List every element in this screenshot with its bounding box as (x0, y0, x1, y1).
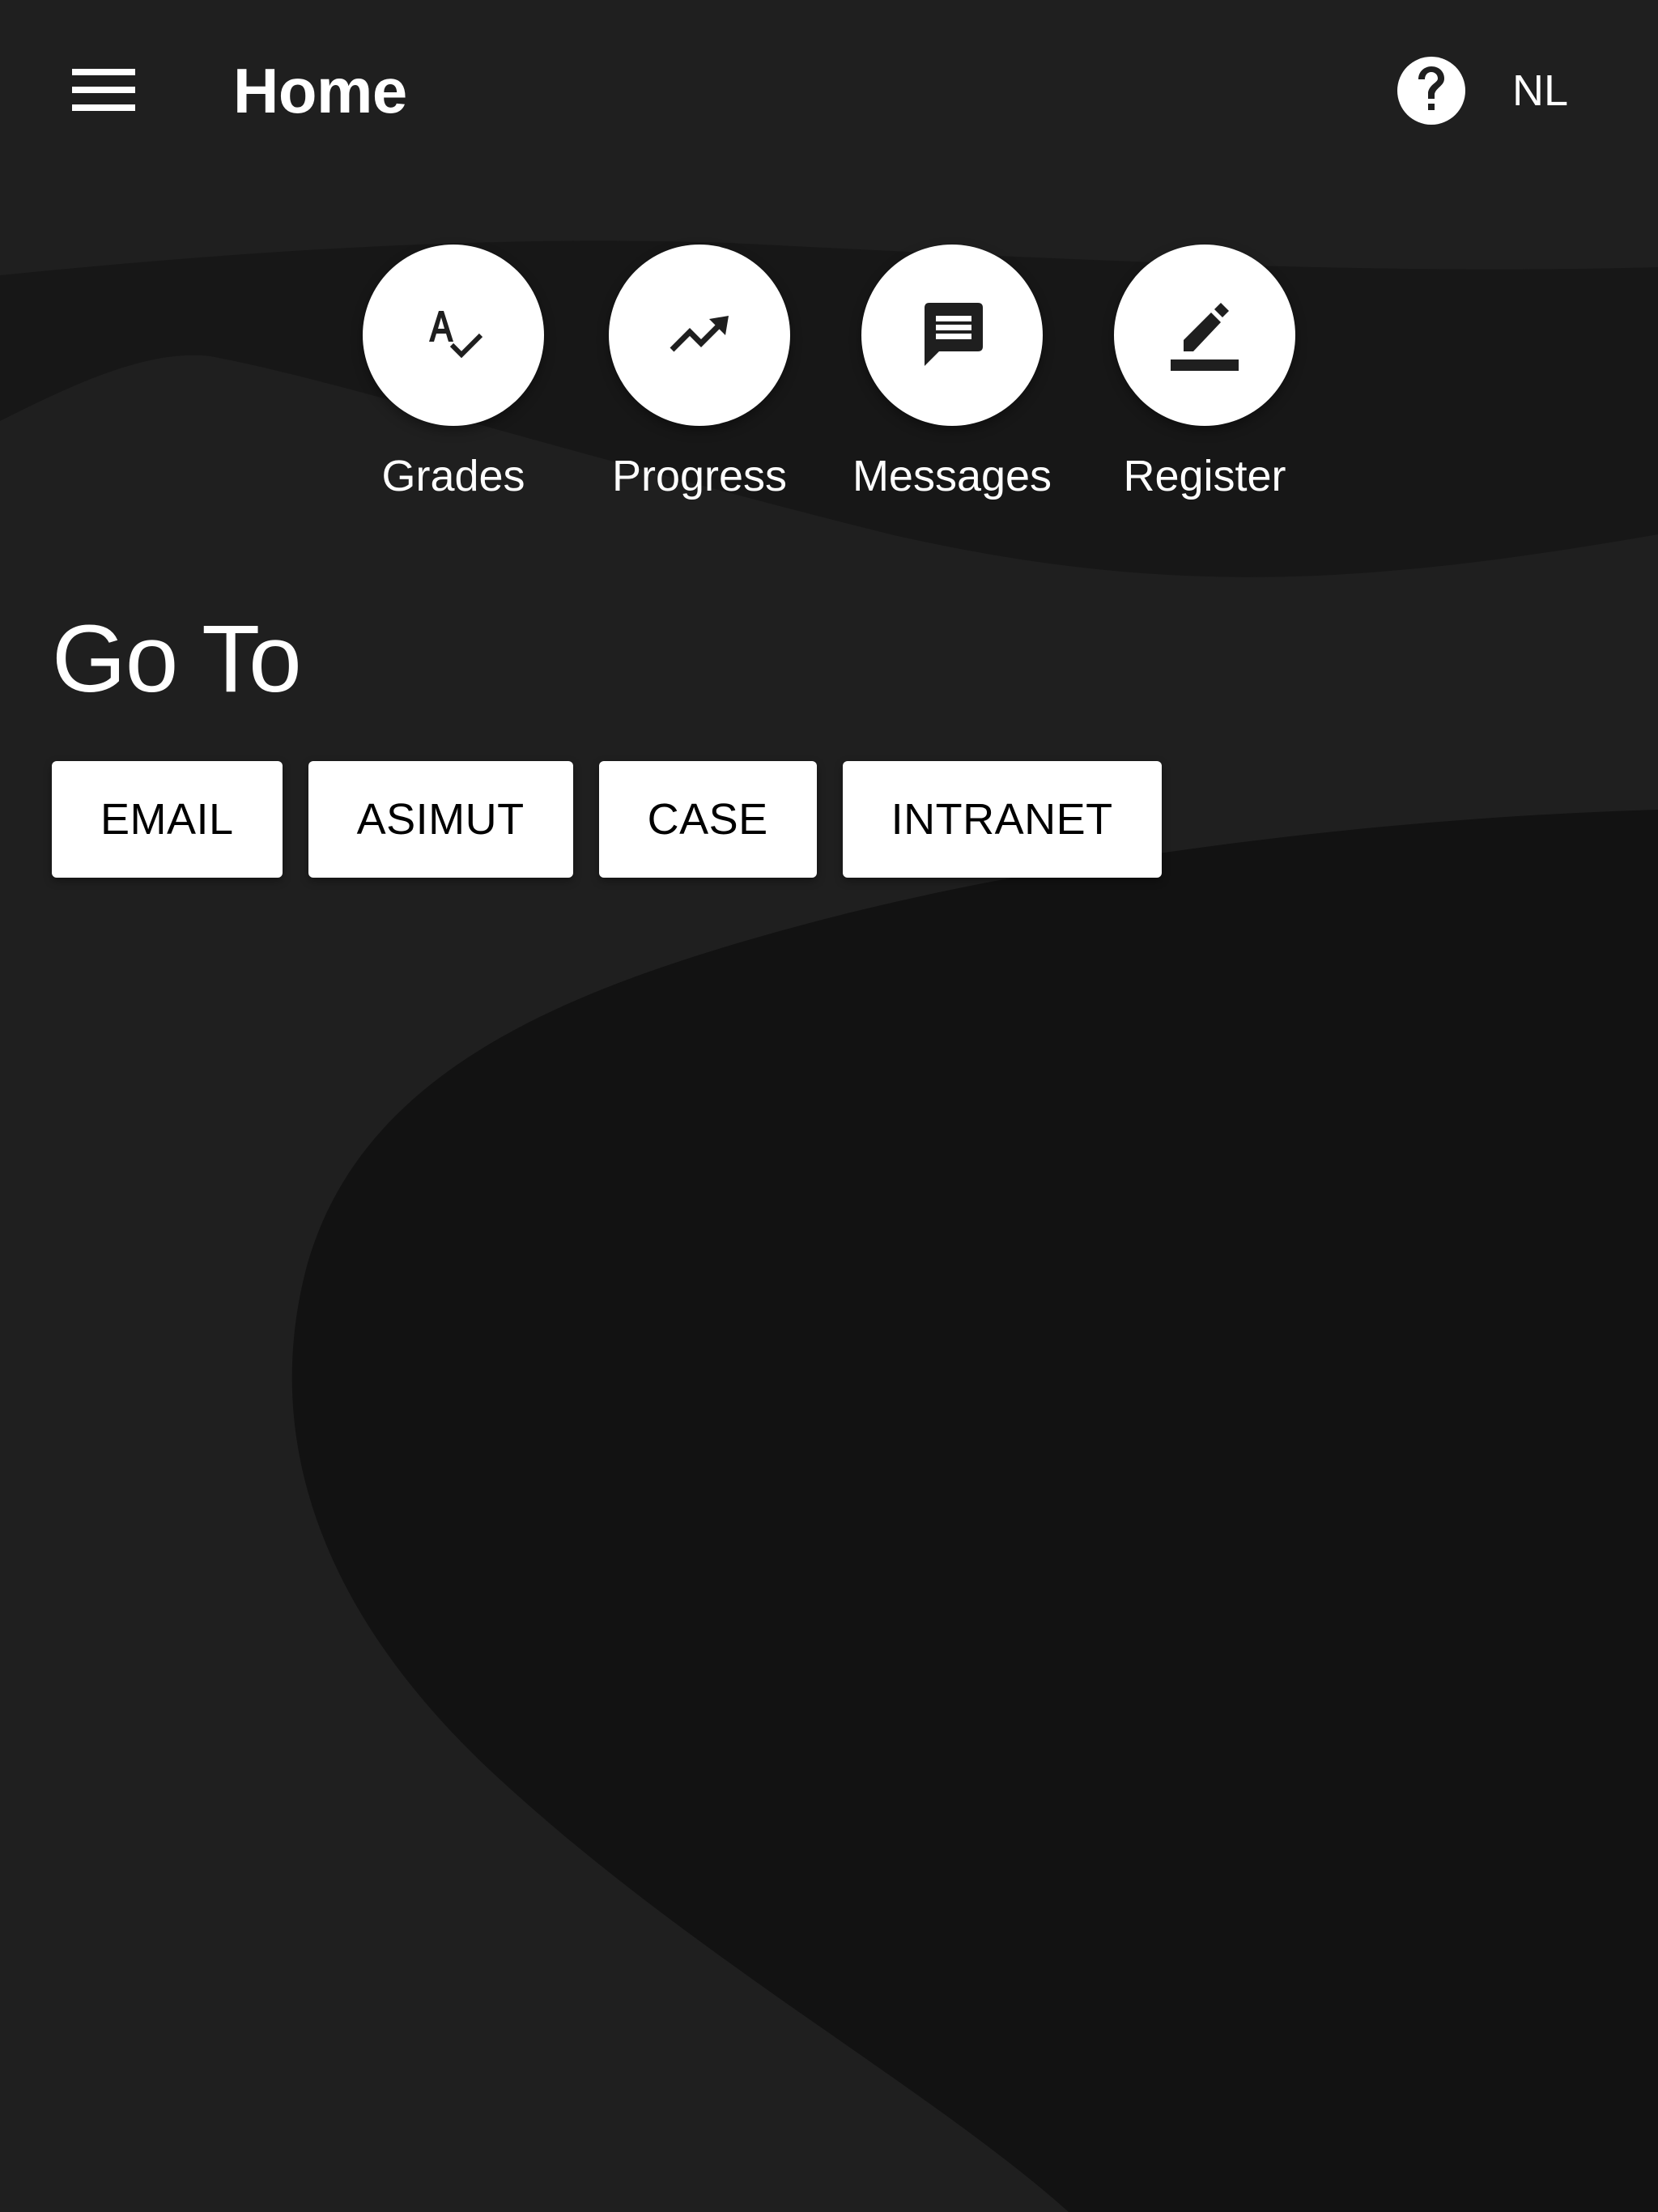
spellcheck-icon (429, 311, 483, 359)
trending-up-icon (670, 316, 729, 352)
email-button[interactable]: EMAIL (52, 761, 283, 878)
goto-section-title: Go To (52, 606, 302, 713)
app-header: Home NL (0, 0, 1658, 181)
background-image (0, 240, 1658, 2212)
quick-action-label: Register (1123, 452, 1286, 500)
background-dune-main (291, 810, 1658, 2212)
help-button[interactable] (1397, 57, 1465, 125)
case-button[interactable]: CASE (598, 761, 817, 878)
grades-button-circle[interactable] (363, 245, 544, 426)
quick-action-grades[interactable]: Grades (332, 245, 575, 504)
register-button-circle[interactable] (1114, 245, 1295, 426)
edit-pencil-icon (1171, 303, 1239, 371)
goto-button-group: EMAIL ASIMUT CASE INTRANET (52, 761, 1162, 878)
quick-action-label: Grades (381, 452, 525, 500)
language-toggle[interactable]: NL (1512, 58, 1568, 123)
quick-action-label: Progress (611, 452, 788, 500)
message-icon (925, 303, 983, 366)
quick-action-progress[interactable]: Progress (578, 245, 821, 504)
menu-button[interactable] (65, 58, 142, 123)
progress-button-circle[interactable] (609, 245, 790, 426)
intranet-button[interactable]: INTRANET (842, 761, 1162, 878)
quick-action-messages[interactable]: Messages (831, 245, 1073, 504)
asimut-button[interactable]: ASIMUT (308, 761, 573, 878)
hamburger-menu-icon (72, 69, 135, 111)
page-title: Home (233, 55, 407, 126)
quick-action-label: Messages (852, 452, 1052, 500)
messages-button-circle[interactable] (861, 245, 1043, 426)
quick-action-register[interactable]: Register (1083, 245, 1326, 504)
help-circle-icon (1418, 66, 1444, 110)
background-dune-top (0, 240, 1658, 577)
